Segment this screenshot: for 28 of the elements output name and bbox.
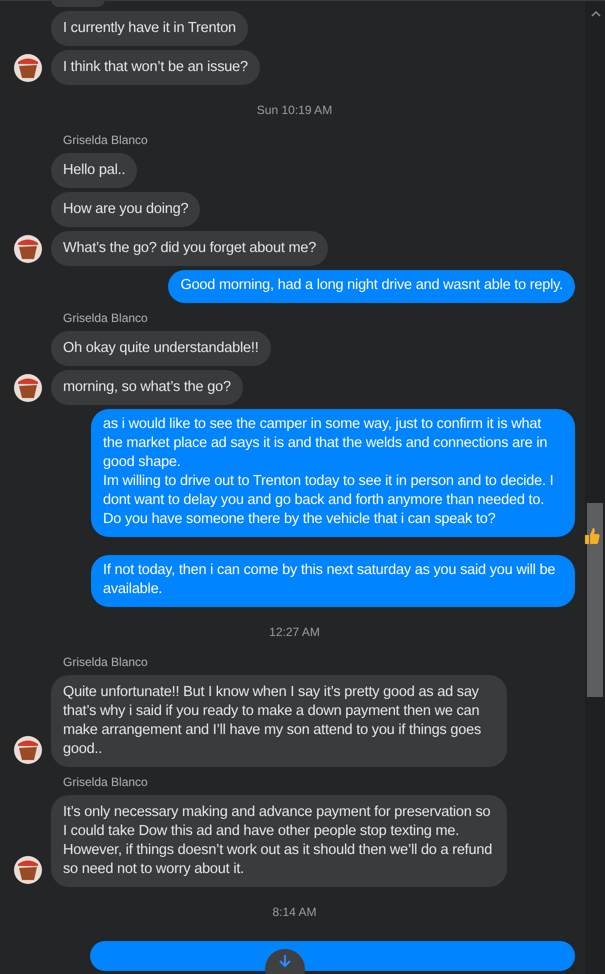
- message-bubble: Quite unfortunate!! But I know when I say it’s pretty good as ad say that’s why i said if you ready to make a down payment then we can make arrangement and I’ll have my son attend to you if things goes good..: [51, 675, 507, 767]
- message-bubble: How are you doing?: [51, 192, 200, 227]
- message-bubble: I currently have it in Trenton: [51, 11, 248, 46]
- sender-name: Griselda Blanco: [63, 133, 148, 147]
- avatar: [14, 54, 42, 82]
- timestamp: 12:27 AM: [269, 625, 320, 639]
- message-bubble: What’s the go? did you forget about me?: [51, 231, 328, 266]
- sender-name: Griselda Blanco: [63, 775, 148, 789]
- message-bubble: as i would like to see the camper in some way, just to confirm it is what the market place ad says it is and that the welds and connections are in good shape. Im willing to drive out to Trenton today to see it in person and to decide. I dont want to delay you and go back and forth anymore than needed to. Do you have someone there by the vehicle that i can speak to?: [91, 409, 575, 537]
- scrollbar[interactable]: [585, 1, 605, 974]
- message-bubble: Oh okay quite understandable!!: [51, 331, 271, 366]
- avatar: [14, 235, 42, 263]
- message-bubble: It’s only necessary making and advance payment for preservation so I could take Dow this ad and have other people stop texting me. However, if things doesn’t work out as it should then we’ll do a refund so need not to worry about it.: [51, 795, 507, 887]
- timestamp: 8:14 AM: [272, 905, 317, 919]
- avatar: [14, 856, 42, 884]
- message-bubble: Hello pal..: [51, 153, 138, 188]
- message-bubble: If not today, then i can come by this next saturday as you said you will be available.: [91, 555, 575, 607]
- avatar: [14, 374, 42, 402]
- message-bubble: I think that won’t be an issue?: [51, 50, 260, 85]
- message-bubble: Good morning, had a long night drive and wasnt able to reply.: [168, 270, 575, 303]
- arrow-down-icon: [277, 953, 293, 969]
- scroll-up-icon[interactable]: [591, 11, 601, 17]
- sender-name: Griselda Blanco: [63, 655, 148, 669]
- timestamp: Sun 10:19 AM: [256, 103, 332, 117]
- sender-name: Griselda Blanco: [63, 311, 148, 325]
- avatar: [14, 736, 42, 764]
- scrollbar-thumb[interactable]: [587, 503, 603, 697]
- message-bubble: morning, so what’s the go?: [51, 370, 243, 405]
